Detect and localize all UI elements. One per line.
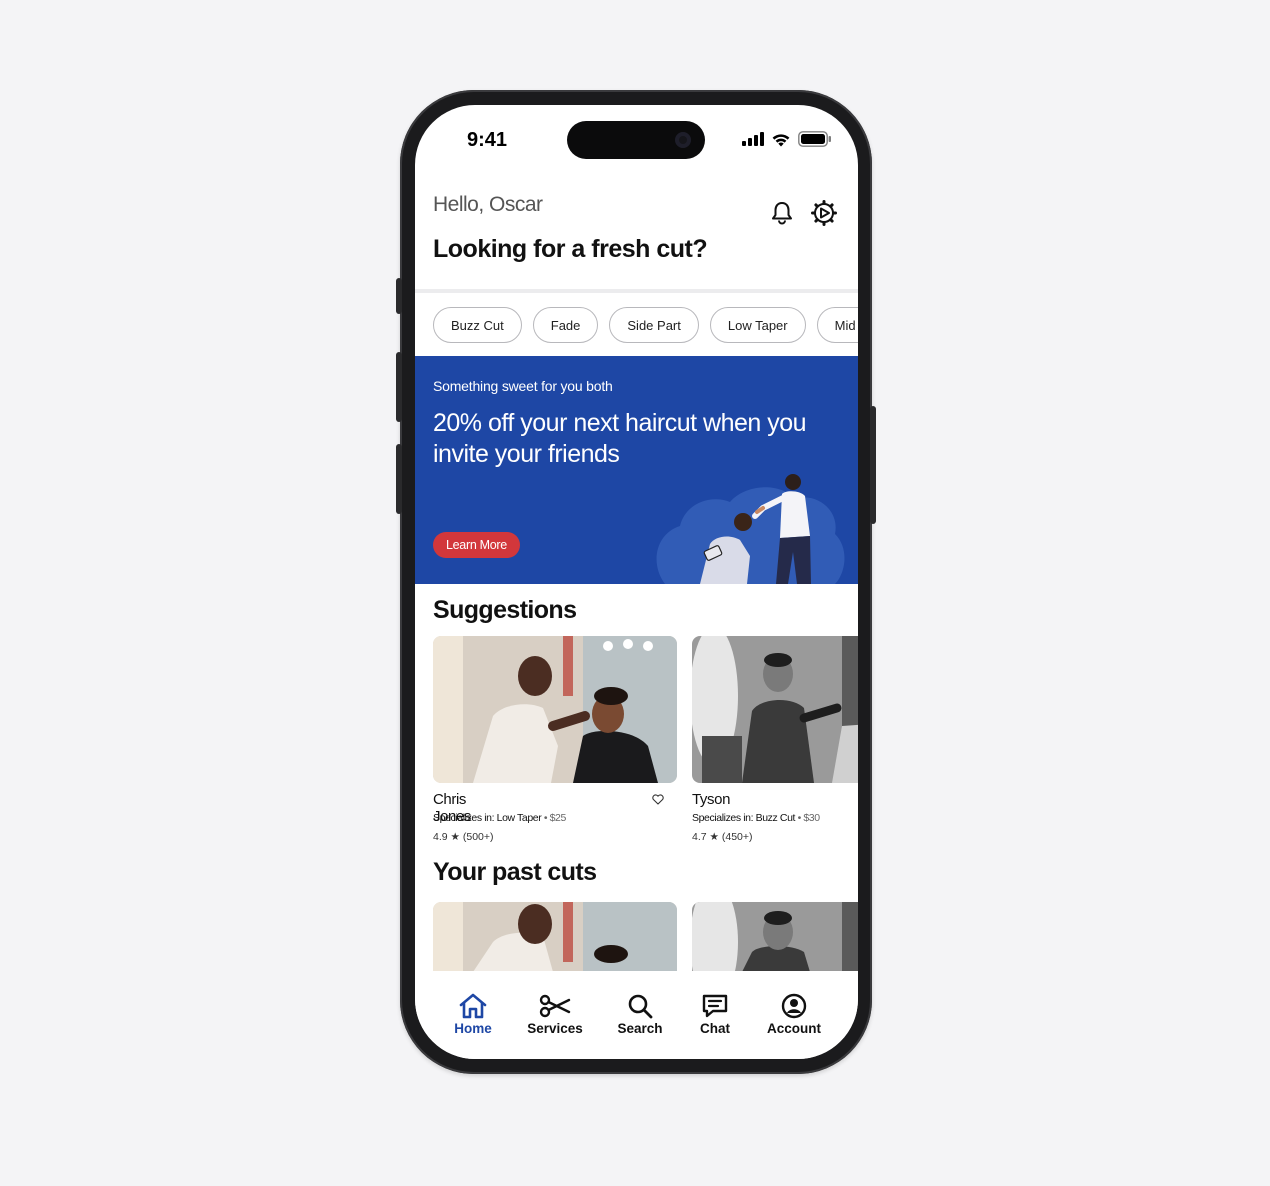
bottom-tab-bar: Home Services Search Chat Account [415, 971, 858, 1059]
price: • $30 [797, 812, 821, 824]
chat-icon [702, 994, 728, 1018]
chip-mid-fade[interactable]: Mid Fade [816, 307, 858, 343]
status-time: 9:41 [467, 129, 508, 151]
favorite-heart-icon[interactable] [652, 794, 664, 805]
promo-banner: Something sweet for you both 20% off you… [415, 356, 858, 584]
rating-value: 4.7 [692, 831, 707, 843]
tab-account-label: Account [767, 1021, 821, 1036]
settings-gear-icon[interactable] [810, 199, 838, 227]
tab-home[interactable]: Home [433, 993, 513, 1036]
tab-account[interactable]: Account [754, 993, 834, 1036]
promo-title: 20% off your next haircut when you invit… [433, 409, 807, 468]
mute-switch [396, 278, 402, 314]
app-screen: 9:41 Hello, Oscar Looking for a fresh cu… [415, 105, 858, 1059]
tab-search-label: Search [617, 1021, 663, 1036]
chip-low-taper[interactable]: Low Taper [709, 307, 806, 343]
page-headline: Looking for a fresh cut? [433, 235, 708, 263]
barber-rating: 4.7 ★ (450+) [692, 831, 753, 843]
dynamic-island [567, 121, 705, 159]
barber-name: Tyson [692, 791, 731, 808]
specialty-text: Specializes in: Low Taper [433, 812, 542, 824]
search-icon [628, 994, 653, 1019]
header-divider [415, 289, 858, 293]
barber-illustration [656, 474, 845, 584]
past-cut-photo[interactable] [692, 902, 858, 972]
price: • $25 [543, 812, 567, 824]
suggestions-title: Suggestions [433, 596, 577, 624]
volume-up-button [396, 352, 402, 422]
chip-buzz-cut[interactable]: Buzz Cut [433, 307, 522, 343]
past-cut-photo[interactable] [433, 902, 677, 972]
barber-specialty: Specializes in: Buzz Cut • $30 [692, 812, 820, 824]
tab-search[interactable]: Search [600, 993, 680, 1036]
power-button [870, 406, 876, 524]
tab-services-label: Services [527, 1021, 583, 1036]
star-icon: ★ [709, 831, 719, 843]
chip-side-part[interactable]: Side Part [609, 307, 699, 343]
signal-icon [742, 132, 764, 146]
barber-rating: 4.9 ★ (500+) [433, 831, 494, 843]
battery-icon [798, 131, 831, 147]
tab-chat[interactable]: Chat [675, 993, 755, 1036]
chip-fade[interactable]: Fade [532, 307, 599, 343]
learn-more-button[interactable]: Learn More [433, 532, 520, 558]
star-icon: ★ [450, 831, 460, 843]
wifi-icon [772, 133, 790, 146]
rating-value: 4.9 [433, 831, 448, 843]
barber-specialty: Specializes in: Low Taper • $25 [433, 812, 566, 824]
bell-icon[interactable] [768, 199, 796, 227]
account-icon [781, 993, 807, 1019]
status-icons [742, 131, 832, 147]
tab-services[interactable]: Services [515, 993, 595, 1036]
specialty-text: Specializes in: Buzz Cut [692, 812, 796, 824]
style-chips: Buzz Cut Fade Side Part Low Taper Mid Fa… [433, 307, 858, 343]
greeting: Hello, Oscar [433, 193, 543, 216]
review-count: (450+) [721, 831, 753, 843]
scissors-icon [539, 994, 571, 1018]
review-count: (500+) [462, 831, 494, 843]
barber-photo[interactable] [433, 636, 677, 783]
barber-photo[interactable] [692, 636, 858, 783]
home-icon [459, 993, 487, 1019]
promo-eyebrow: Something sweet for you both [433, 378, 613, 394]
tab-chat-label: Chat [700, 1021, 730, 1036]
volume-down-button [396, 444, 402, 514]
tab-home-label: Home [454, 1021, 492, 1036]
past-cuts-title: Your past cuts [433, 858, 597, 886]
